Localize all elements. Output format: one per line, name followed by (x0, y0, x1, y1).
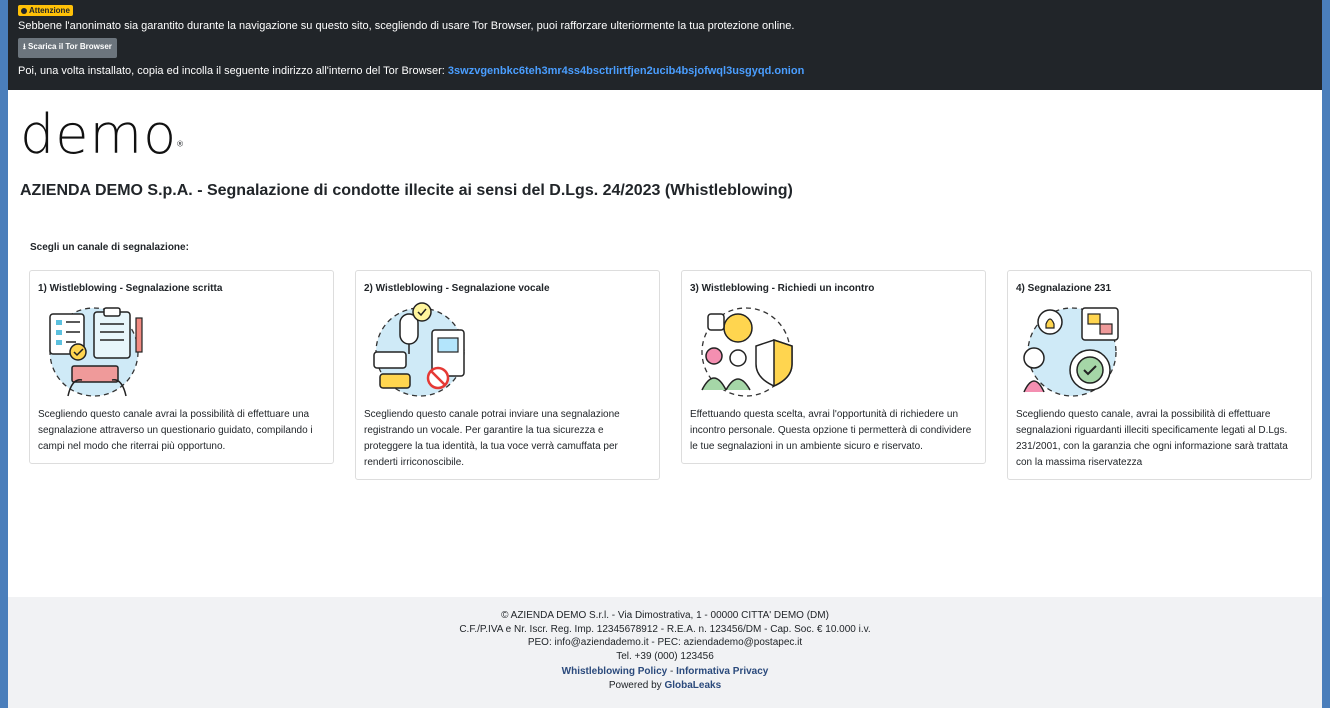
channel-heading: Scegli un canale di segnalazione: (30, 242, 189, 253)
powered-by-text: Powered by (608, 679, 665, 691)
card-request-meeting[interactable]: 3) Wistleblowing - Richiedi un incontro … (681, 270, 986, 464)
card-written-report[interactable]: 1) Wistleblowing - Segnalazione scritta … (29, 270, 334, 464)
card-title: 4) Segnalazione 231 (1016, 283, 1112, 294)
page-title: AZIENDA DEMO S.p.A. - Segnalazione di co… (20, 182, 793, 199)
tor-instructions-text: Poi, una volta installato, copia ed inco… (18, 65, 445, 77)
card-title: 2) Wistleblowing - Segnalazione vocale (364, 283, 550, 294)
footer-links-separator: - (667, 666, 677, 677)
download-tor-button[interactable]: ⭳ Scarica il Tor Browser (18, 38, 117, 58)
written-report-illustration (49, 307, 143, 397)
card-description: Effettuando questa scelta, avrai l'oppor… (690, 409, 972, 452)
footer: © AZIENDA DEMO S.r.l. - Via Dimostrativa… (8, 597, 1322, 708)
attention-label: Attenzione (29, 6, 70, 15)
tor-banner: Attenzione Sebbene l'anonimato sia garan… (8, 0, 1322, 90)
footer-links: Whistleblowing Policy - Informativa Priv… (8, 665, 1322, 679)
registered-icon: ® (177, 139, 184, 149)
tor-message: Sebbene l'anonimato sia garantito durant… (18, 20, 795, 32)
footer-registration: C.F./P.IVA e Nr. Iscr. Reg. Imp. 1234567… (459, 623, 871, 635)
voice-report-illustration (373, 302, 465, 397)
card-description: Scegliendo questo canale avrai la possib… (38, 409, 313, 452)
page: Attenzione Sebbene l'anonimato sia garan… (8, 0, 1322, 708)
download-tor-label: Scarica il Tor Browser (28, 42, 112, 51)
footer-email: PEO: info@aziendademo.it - PEC: aziendad… (527, 637, 803, 648)
logo: demo® (20, 108, 1322, 162)
logo-text: demo (20, 103, 178, 166)
attention-badge: Attenzione (18, 5, 73, 16)
info-icon (21, 7, 27, 14)
onion-address[interactable]: 3swzvgenbkc6teh3mr4ss4bsctrlirtfjen2ucib… (448, 65, 804, 77)
card-description: Scegliendo questo canale, avrai la possi… (1016, 409, 1288, 468)
card-description: Scegliendo questo canale potrai inviare … (364, 409, 620, 468)
footer-company: © AZIENDA DEMO S.r.l. - Via Dimostrativa… (501, 610, 829, 621)
card-report-231[interactable]: 4) Segnalazione 231 Scegliendo questo ca… (1007, 270, 1312, 480)
card-voice-report[interactable]: 2) Wistleblowing - Segnalazione vocale S… (355, 270, 660, 480)
whistleblowing-policy-link[interactable]: Whistleblowing Policy (562, 666, 668, 677)
tor-instructions: Poi, una volta installato, copia ed inco… (18, 64, 1312, 78)
card-title: 3) Wistleblowing - Richiedi un incontro (690, 283, 875, 294)
footer-powered: Powered by GlobaLeaks (8, 679, 1322, 693)
meeting-illustration (701, 307, 793, 397)
card-title: 1) Wistleblowing - Segnalazione scritta (38, 283, 223, 294)
report-231-illustration (1023, 307, 1119, 397)
globaleaks-link[interactable]: GlobaLeaks (664, 680, 721, 691)
privacy-policy-link[interactable]: Informativa Privacy (676, 666, 768, 677)
footer-phone: Tel. +39 (000) 123456 (616, 650, 714, 662)
